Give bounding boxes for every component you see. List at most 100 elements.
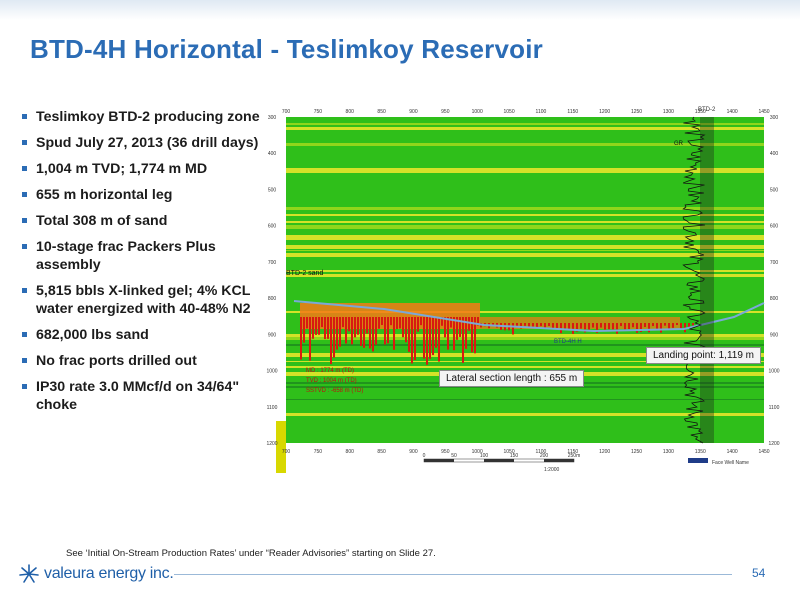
frac-spike (660, 323, 662, 333)
frac-spike (572, 323, 574, 334)
y-tick-label: 800 (268, 296, 277, 302)
frac-spike (600, 323, 602, 328)
x-tick-label: 1000 (472, 109, 483, 115)
x-tick-label: 1200 (599, 449, 610, 455)
strata-band (286, 253, 764, 254)
frac-spike (321, 317, 323, 328)
frac-spike (636, 323, 638, 333)
frac-spike (390, 317, 392, 326)
bullet-text: IP30 rate 3.0 MMcf/d on 34/64" choke (36, 379, 240, 413)
x-tick-label: 1100 (536, 109, 547, 115)
frac-spike (656, 323, 658, 330)
x-tick-label: 1300 (663, 449, 674, 455)
bullet-list: Teslimkoy BTD-2 producing zone Spud July… (22, 108, 262, 422)
strata-bands (286, 117, 764, 443)
frac-spike (528, 323, 530, 327)
y-tick-label: 900 (770, 332, 779, 338)
frac-spike (330, 317, 332, 365)
bullet-item: Spud July 27, 2013 (36 drill days) (22, 134, 262, 152)
frac-spike (632, 323, 634, 328)
strata-band (286, 225, 764, 229)
frac-spike (354, 317, 356, 338)
tvd-text: TVD : 1004 m (TD) (306, 378, 357, 384)
footnote: See ‘Initial On-Stream Production Rates’… (66, 548, 436, 559)
y-tick-label: 300 (268, 115, 277, 121)
md-text: MD : 1774 m (TD) (306, 368, 354, 374)
frac-spike (372, 317, 374, 352)
frac-spike (408, 317, 410, 352)
frac-spike (333, 317, 335, 358)
frac-spike (306, 317, 308, 329)
frac-spike (312, 317, 314, 339)
x-tick-label: 1350 (695, 449, 706, 455)
bullet-text: Teslimkoy BTD-2 producing zone (36, 109, 260, 125)
frac-spike (692, 323, 694, 326)
frac-spike (556, 323, 558, 329)
frac-spike (444, 317, 446, 338)
y-tick-label: 700 (268, 260, 277, 266)
y-tick-label: 800 (770, 296, 779, 302)
bullet-square-icon (22, 114, 27, 119)
bullet-text: Total 308 m of sand (36, 213, 168, 229)
x-tick-label: 950 (441, 109, 450, 115)
frac-spike (387, 317, 389, 344)
scale-bar-segment (484, 459, 514, 462)
top-gradient-bar (0, 0, 800, 20)
y-tick-label: 600 (770, 224, 779, 230)
frac-spike (309, 317, 311, 361)
scale-tick-label: 200 (540, 453, 549, 459)
bullet-text: 5,815 bbls X-linked gel; 4% KCL water en… (36, 283, 251, 317)
y-tick-label: 500 (770, 187, 779, 193)
bullet-item: 682,000 lbs sand (22, 326, 262, 344)
x-tick-label: 750 (314, 449, 323, 455)
x-tick-label: 1300 (663, 109, 674, 115)
frac-spike (360, 317, 362, 346)
frac-spike (315, 317, 317, 335)
x-tick-label: 900 (409, 449, 418, 455)
bullet-item: IP30 rate 3.0 MMcf/d on 34/64" choke (22, 378, 262, 414)
bullet-text: 10-stage frac Packers Plus assembly (36, 239, 216, 273)
y-tick-label: 1100 (769, 405, 780, 411)
frac-spike (664, 323, 666, 326)
x-tick-label: 1250 (631, 109, 642, 115)
scale-tick-label: 250m (568, 453, 581, 459)
bullet-square-icon (22, 332, 27, 337)
scale-tick-label: 100 (480, 453, 489, 459)
frac-spike (447, 317, 449, 350)
frac-spike (414, 317, 416, 360)
frac-spike (300, 317, 302, 360)
frac-spike (369, 317, 371, 349)
strata-band (286, 239, 764, 240)
frac-spike (396, 317, 398, 329)
frac-spike (672, 323, 674, 328)
y-tick-label: 700 (770, 260, 779, 266)
footer-rule (174, 574, 732, 575)
x-tick-label: 1400 (727, 109, 738, 115)
frac-spike (620, 323, 622, 327)
company-logo: valeura energy inc. (18, 562, 174, 586)
strata-band (286, 274, 764, 275)
frac-spike (423, 317, 425, 359)
y-tick-label: 500 (268, 187, 277, 193)
y-tick-label: 1200 (266, 441, 277, 447)
y-tick-label: 400 (770, 151, 779, 157)
strata-band (286, 207, 764, 210)
starburst-logo-icon (19, 564, 39, 583)
frac-spike (402, 317, 404, 338)
page-number: 54 (752, 566, 766, 580)
frac-spike (357, 317, 359, 335)
x-tick-label: 1250 (631, 449, 642, 455)
frac-spike (540, 323, 542, 327)
frac-spike (342, 317, 344, 328)
legend-swatch (688, 458, 708, 463)
frac-spike (327, 317, 329, 339)
frac-spike (592, 323, 594, 328)
strata-band (286, 250, 764, 251)
strata-band (286, 221, 764, 223)
frac-spike (348, 317, 350, 332)
x-tick-label: 1200 (599, 109, 610, 115)
x-tick-label: 750 (314, 109, 323, 115)
bullet-text: 682,000 lbs sand (36, 327, 149, 343)
cross-section-svg: 700 750 800 850 900 950 1000 1050 1100 1150 1200 12… (264, 103, 782, 475)
frac-spike (378, 317, 380, 329)
